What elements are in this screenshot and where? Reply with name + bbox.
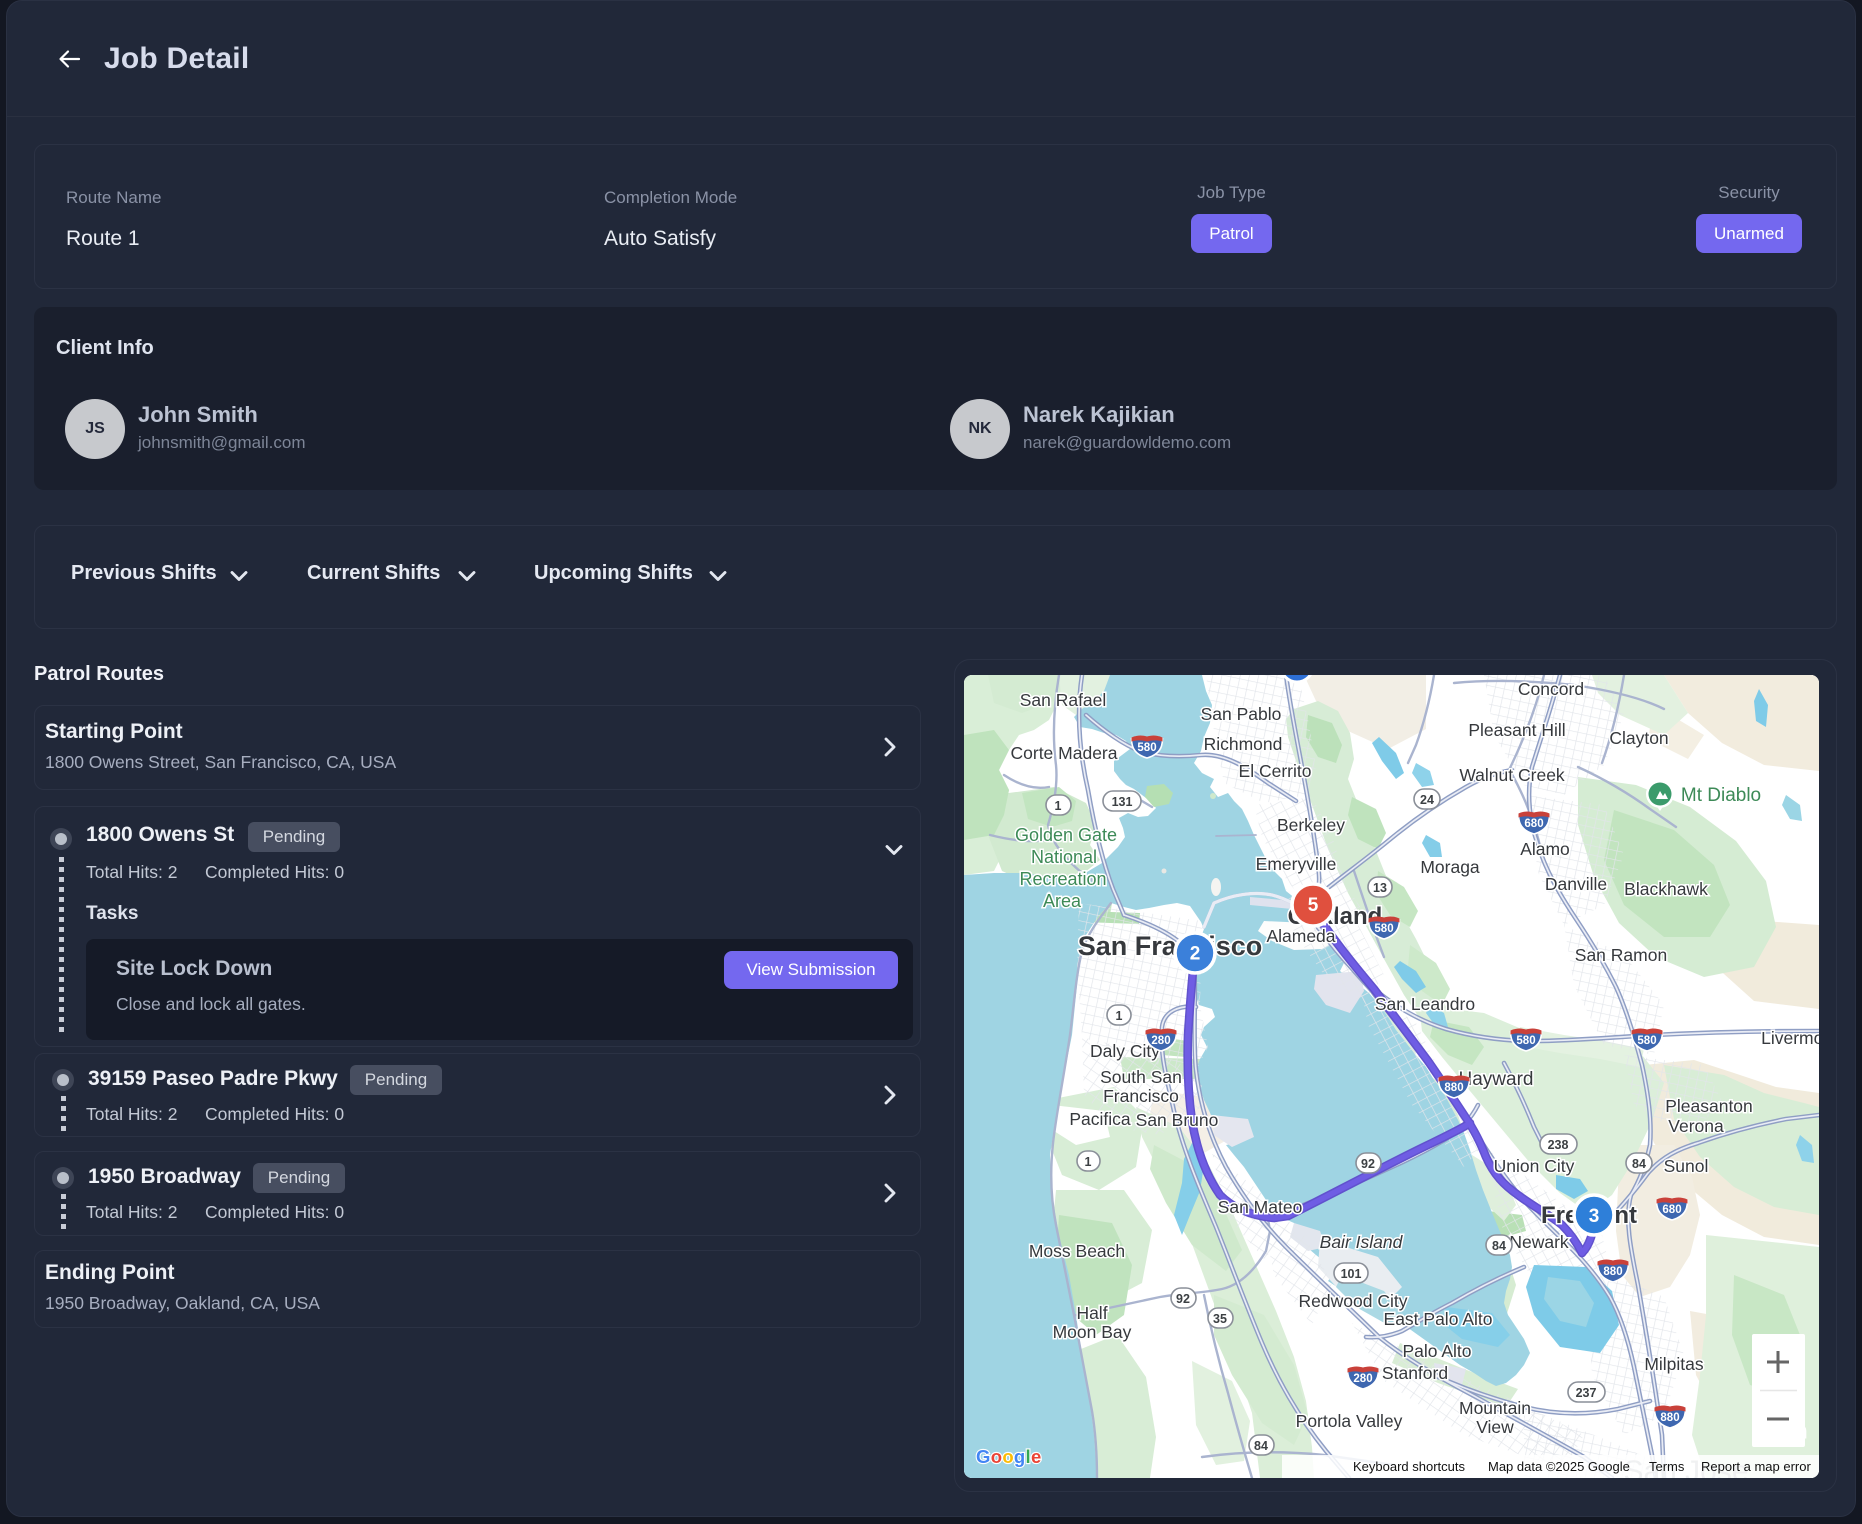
svg-text:Keyboard shortcuts: Keyboard shortcuts	[1353, 1459, 1466, 1474]
svg-text:237: 237	[1576, 1386, 1597, 1400]
svg-text:Palo Alto: Palo Alto	[1402, 1341, 1471, 1361]
svg-text:92: 92	[1176, 1292, 1190, 1306]
svg-text:238: 238	[1548, 1138, 1569, 1152]
svg-text:San Francisco: San Francisco	[1078, 931, 1263, 961]
svg-text:Danville: Danville	[1545, 874, 1607, 894]
svg-text:South San: South San	[1100, 1067, 1182, 1087]
svg-text:84: 84	[1254, 1439, 1268, 1453]
svg-text:Pacifica: Pacifica	[1069, 1109, 1131, 1129]
svg-text:Corte Madera: Corte Madera	[1011, 743, 1118, 763]
svg-text:San Leandro: San Leandro	[1375, 994, 1475, 1014]
svg-text:3: 3	[1589, 1206, 1600, 1227]
svg-text:Sunol: Sunol	[1664, 1156, 1709, 1176]
svg-text:Francisco: Francisco	[1103, 1086, 1179, 1106]
svg-text:84: 84	[1632, 1157, 1646, 1171]
svg-text:Alameda: Alameda	[1266, 926, 1335, 946]
svg-text:Mountain: Mountain	[1459, 1398, 1531, 1418]
svg-text:Moon Bay: Moon Bay	[1053, 1322, 1132, 1342]
svg-text:Golden Gate: Golden Gate	[1015, 825, 1117, 845]
svg-text:680: 680	[1524, 818, 1543, 830]
svg-text:Pleasant Hill: Pleasant Hill	[1468, 720, 1565, 740]
svg-text:24: 24	[1420, 793, 1434, 807]
svg-text:Stanford: Stanford	[1382, 1363, 1448, 1383]
svg-text:Verona: Verona	[1668, 1116, 1724, 1136]
svg-text:San Rafael: San Rafael	[1020, 690, 1107, 710]
svg-text:880: 880	[1660, 1412, 1679, 1424]
svg-text:Clayton: Clayton	[1609, 728, 1668, 748]
svg-text:13: 13	[1373, 881, 1387, 895]
svg-text:San Mateo: San Mateo	[1218, 1197, 1303, 1217]
svg-text:2: 2	[1190, 944, 1201, 965]
svg-text:280: 280	[1353, 1373, 1372, 1385]
svg-text:Recreation: Recreation	[1019, 869, 1106, 889]
svg-text:680: 680	[1662, 1204, 1681, 1216]
svg-text:Livermore: Livermore	[1761, 1028, 1819, 1048]
svg-text:Newark: Newark	[1509, 1232, 1569, 1252]
svg-text:1: 1	[1116, 1009, 1123, 1023]
svg-text:National: National	[1031, 847, 1097, 867]
svg-text:Portola Valley: Portola Valley	[1296, 1411, 1403, 1431]
svg-text:280: 280	[1151, 1035, 1170, 1047]
svg-text:San Pablo: San Pablo	[1201, 704, 1282, 724]
svg-text:El Cerrito: El Cerrito	[1239, 761, 1312, 781]
svg-text:92: 92	[1361, 1157, 1375, 1171]
svg-text:Google: Google	[976, 1446, 1042, 1467]
svg-text:Emeryville: Emeryville	[1256, 854, 1337, 874]
svg-text:Milpitas: Milpitas	[1644, 1354, 1704, 1374]
svg-text:880: 880	[1603, 1266, 1622, 1278]
svg-text:Union City: Union City	[1494, 1156, 1575, 1176]
svg-text:Pleasanton: Pleasanton	[1665, 1096, 1753, 1116]
svg-text:Moraga: Moraga	[1420, 857, 1480, 877]
svg-text:Concord: Concord	[1518, 679, 1584, 699]
svg-text:580: 580	[1374, 923, 1393, 935]
svg-text:San Ramon: San Ramon	[1575, 945, 1667, 965]
svg-text:Berkeley: Berkeley	[1277, 815, 1345, 835]
svg-text:Map data ©2025 Google: Map data ©2025 Google	[1488, 1459, 1630, 1474]
svg-text:1: 1	[1085, 1155, 1092, 1169]
svg-text:5: 5	[1308, 895, 1319, 916]
svg-text:84: 84	[1492, 1239, 1506, 1253]
svg-text:View: View	[1476, 1417, 1514, 1437]
svg-text:1: 1	[1055, 799, 1062, 813]
svg-text:East Palo Alto: East Palo Alto	[1384, 1309, 1493, 1329]
svg-text:Moss Beach: Moss Beach	[1029, 1241, 1125, 1261]
svg-text:580: 580	[1516, 1035, 1535, 1047]
svg-text:Report a map error: Report a map error	[1701, 1459, 1811, 1474]
svg-text:Mt Diablo: Mt Diablo	[1681, 785, 1761, 806]
svg-text:Alamo: Alamo	[1520, 839, 1570, 859]
svg-text:580: 580	[1637, 1035, 1656, 1047]
svg-text:Area: Area	[1043, 891, 1082, 911]
svg-text:Richmond: Richmond	[1204, 734, 1283, 754]
svg-text:580: 580	[1137, 742, 1156, 754]
svg-text:Redwood City: Redwood City	[1299, 1291, 1408, 1311]
svg-text:880: 880	[1444, 1082, 1463, 1094]
svg-text:Half: Half	[1076, 1303, 1107, 1323]
svg-text:Blackhawk: Blackhawk	[1624, 879, 1708, 899]
svg-text:Bair Island: Bair Island	[1320, 1232, 1404, 1252]
svg-text:101: 101	[1341, 1267, 1362, 1281]
svg-text:131: 131	[1112, 795, 1133, 809]
svg-text:Terms: Terms	[1649, 1459, 1685, 1474]
svg-text:San Bruno: San Bruno	[1136, 1110, 1219, 1130]
svg-text:Walnut Creek: Walnut Creek	[1459, 765, 1565, 785]
svg-text:35: 35	[1213, 1312, 1227, 1326]
